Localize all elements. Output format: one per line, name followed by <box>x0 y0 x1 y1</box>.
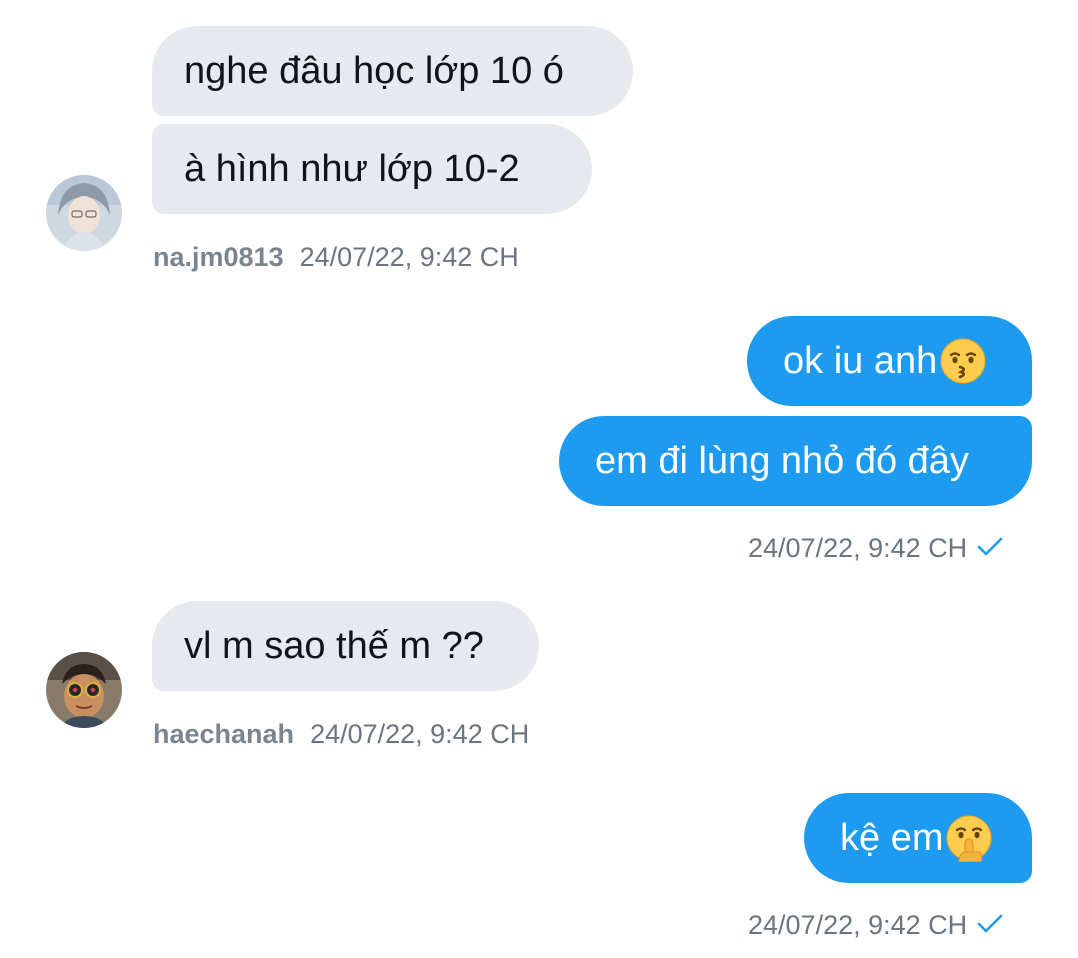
message-text: nghe đâu học lớp 10 ó <box>184 50 564 92</box>
message-bubble-outgoing[interactable]: ok iu anh <box>747 316 1032 406</box>
message-meta: 24/07/22, 9:42 CH <box>748 535 1003 562</box>
avatar-na-jm0813[interactable] <box>46 175 122 251</box>
message-text: vl m sao thế m ?? <box>184 625 484 667</box>
timestamp: 24/07/22, 9:42 CH <box>310 719 530 749</box>
timestamp: 24/07/22, 9:42 CH <box>299 242 519 272</box>
shushing-face-icon <box>946 815 992 862</box>
read-check-icon <box>977 537 1003 556</box>
message-meta: haechanah 24/07/22, 9:42 CH <box>153 721 529 748</box>
message-text: kệ em <box>840 817 944 859</box>
username[interactable]: na.jm0813 <box>153 242 284 272</box>
message-bubble-incoming[interactable]: nghe đâu học lớp 10 ó <box>152 26 633 116</box>
message-bubble-incoming[interactable]: vl m sao thế m ?? <box>152 601 539 691</box>
message-meta: na.jm0813 24/07/22, 9:42 CH <box>153 244 519 271</box>
message-text: à hình như lớp 10-2 <box>184 148 520 190</box>
avatar-haechanah[interactable] <box>46 652 122 728</box>
kissing-face-icon <box>940 338 986 384</box>
read-check-icon <box>977 914 1003 933</box>
timestamp: 24/07/22, 9:42 CH <box>748 533 968 563</box>
message-bubble-outgoing[interactable]: kệ em <box>804 793 1032 883</box>
message-bubble-incoming[interactable]: à hình như lớp 10-2 <box>152 124 592 214</box>
message-text: em đi lùng nhỏ đó đây <box>595 440 969 482</box>
message-meta: 24/07/22, 9:42 CH <box>748 912 1003 939</box>
username[interactable]: haechanah <box>153 719 294 749</box>
timestamp: 24/07/22, 9:42 CH <box>748 910 968 940</box>
avatar-image <box>46 652 122 728</box>
message-bubble-outgoing[interactable]: em đi lùng nhỏ đó đây <box>559 416 1032 506</box>
avatar-image <box>46 175 122 251</box>
message-text: ok iu anh <box>783 340 938 382</box>
